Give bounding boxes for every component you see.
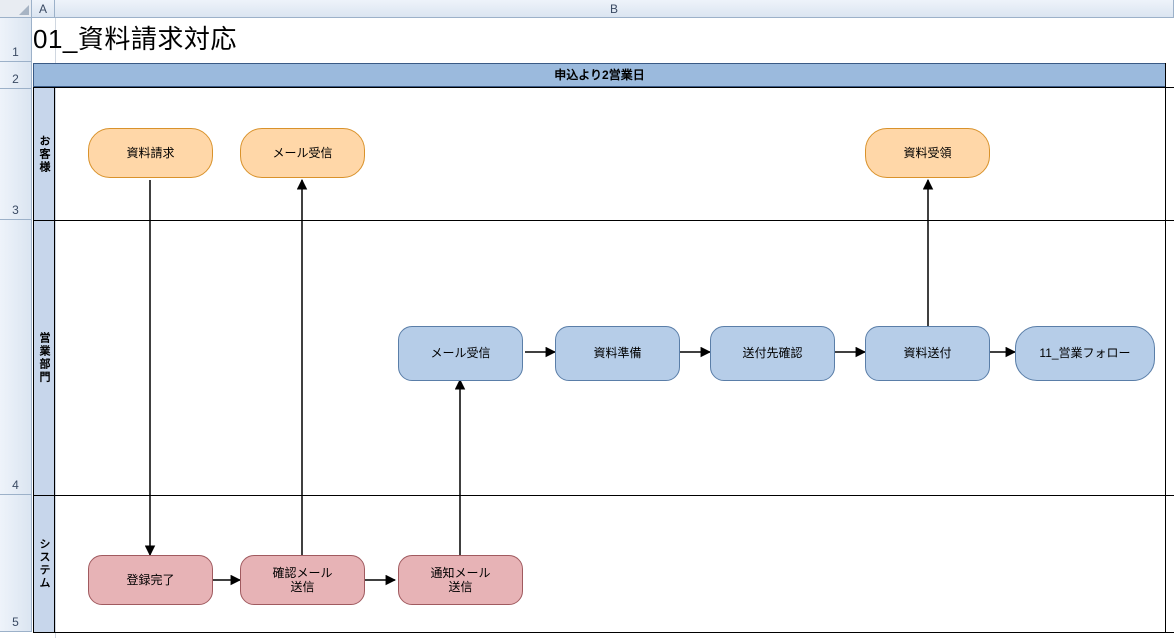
row-header-5[interactable]: 5 [0,495,32,632]
node-sales-followup[interactable]: 11_営業フォロー [1015,326,1155,381]
node-sales-doc-send[interactable]: 資料送付 [865,326,990,381]
node-system-notify-mail[interactable]: 通知メール 送信 [398,555,523,605]
lane-border-bottom [33,632,1174,633]
column-header-a[interactable]: A [32,0,55,18]
lane-label-system-text: システム [36,538,52,590]
lane-label-sales-text: 営業部門 [36,332,52,384]
row-header-4[interactable]: 4 [0,220,32,495]
lane-border-sales-sys [33,495,1174,496]
node-sales-doc-prepare[interactable]: 資料準備 [555,326,680,381]
lane-label-sales: 営業部門 [33,221,55,495]
node-system-register-done[interactable]: 登録完了 [88,555,213,605]
row-header-2[interactable]: 2 [0,62,32,89]
row-header-1[interactable]: 1 [0,18,32,62]
node-customer-mail-receive[interactable]: メール受信 [240,128,365,178]
connector-arrows [0,0,1174,638]
node-system-confirm-mail[interactable]: 確認メール 送信 [240,555,365,605]
lane-label-customer: お客様 [33,88,55,220]
node-customer-request[interactable]: 資料請求 [88,128,213,178]
lane-label-system: システム [33,496,55,632]
diagram-right-border [1165,63,1166,632]
spreadsheet-sheet: A B 1 2 3 4 5 01_資料請求対応 申込より2営業日 お客様 営業部… [0,0,1174,638]
node-customer-doc-receive[interactable]: 資料受領 [865,128,990,178]
row-header-3[interactable]: 3 [0,89,32,220]
node-sales-mail-receive[interactable]: メール受信 [398,326,523,381]
lane-border-cust-sales [33,220,1174,221]
select-all-corner[interactable] [0,0,32,18]
page-title: 01_資料請求対応 [33,19,237,56]
node-sales-address-check[interactable]: 送付先確認 [710,326,835,381]
lane-label-customer-text: お客様 [36,135,52,174]
column-header-b[interactable]: B [55,0,1174,18]
lane-border-top [33,87,1174,88]
timeline-header: 申込より2営業日 [33,63,1166,87]
